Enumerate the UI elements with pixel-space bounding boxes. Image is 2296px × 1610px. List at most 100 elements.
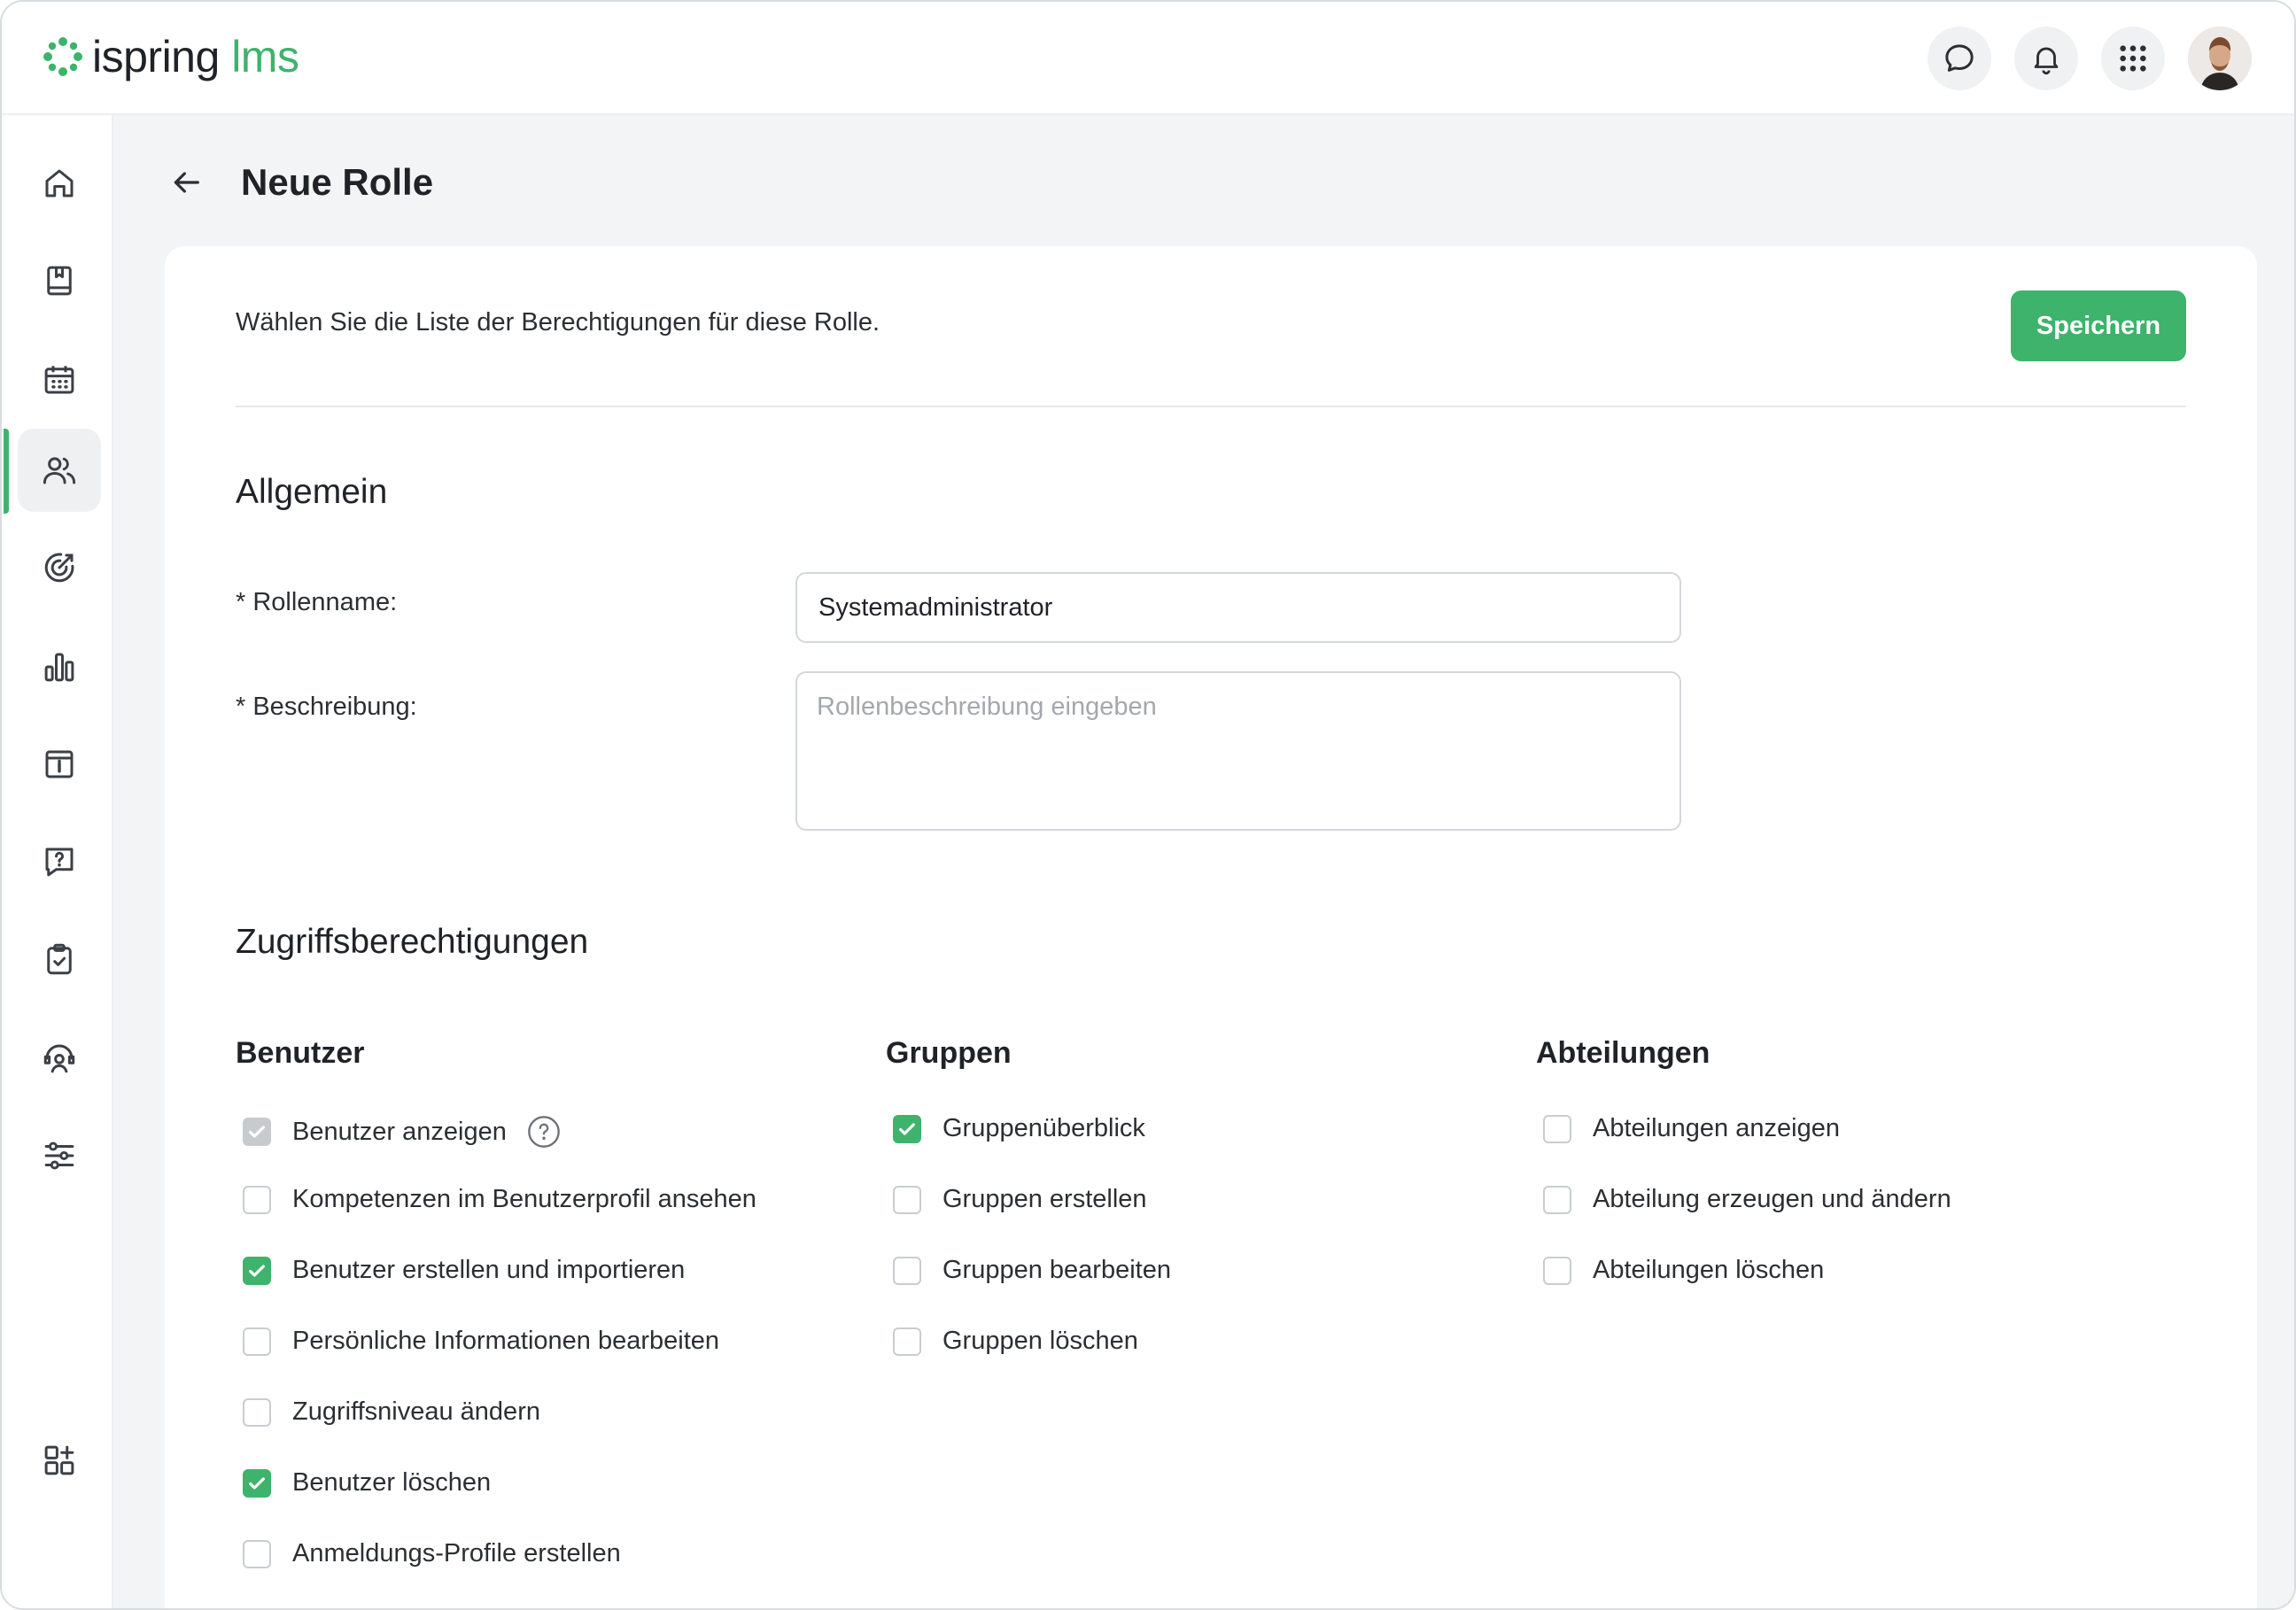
intro-text: Wählen Sie die Liste der Berechtigungen … (236, 308, 880, 337)
save-button[interactable]: Speichern (2011, 290, 2186, 361)
check-icon (249, 1126, 265, 1138)
check-icon (249, 1264, 265, 1277)
bell-icon (2034, 47, 2059, 74)
checkbox[interactable] (243, 1397, 271, 1427)
chat-button[interactable] (1928, 27, 1991, 90)
arrow-left-icon (174, 172, 199, 193)
brand-name: ispring lms (92, 30, 299, 83)
perm-label: Benutzer erstellen und importieren (292, 1256, 686, 1284)
checkbox[interactable] (1543, 1256, 1571, 1285)
sidebar-item-info[interactable] (18, 723, 101, 806)
user-avatar[interactable] (2188, 27, 2252, 90)
checkbox[interactable] (893, 1327, 921, 1356)
perm-label: Gruppen erstellen (942, 1185, 1147, 1213)
sidebar-item-goals[interactable] (18, 526, 101, 609)
chat-icon (1945, 44, 1974, 72)
checkbox[interactable] (243, 1118, 271, 1146)
checkbox[interactable] (243, 1185, 271, 1214)
question-icon (45, 848, 74, 877)
perm-users-edit-personal-info[interactable]: Persönliche Informationen bearbeiten (243, 1327, 719, 1356)
section-title-permissions: Zugriffsberechtigungen (236, 923, 589, 961)
perm-departments-create-edit[interactable]: Abteilung erzeugen und ändern (1543, 1185, 1951, 1214)
perm-label: Gruppenüberblick (942, 1114, 1145, 1142)
perm-users-create-import[interactable]: Benutzer erstellen und importieren (243, 1256, 685, 1285)
column-title-users: Benutzer (236, 1036, 365, 1070)
sidebar-item-add-apps[interactable] (18, 1419, 101, 1502)
add-widget-icon (44, 1445, 74, 1475)
checkbox[interactable] (893, 1185, 921, 1214)
checkbox[interactable] (1543, 1114, 1571, 1143)
sliders-icon (44, 1142, 74, 1170)
sidebar-item-catalog[interactable] (18, 239, 101, 322)
notifications-button[interactable] (2014, 27, 2078, 90)
perm-users-delete[interactable]: Benutzer löschen (243, 1468, 491, 1498)
apps-button[interactable] (2101, 27, 2165, 90)
headset-icon (43, 1044, 75, 1073)
target-icon (44, 553, 74, 583)
checkbox[interactable] (243, 1468, 271, 1498)
top-bar: ispring lms (2, 2, 2294, 115)
app-window: ispring lms Neue Rolle Wählen Sie die Li… (0, 0, 2296, 1610)
perm-departments-delete[interactable]: Abteilungen löschen (1543, 1256, 1824, 1285)
sidebar-item-support[interactable] (18, 1017, 101, 1100)
description-textarea[interactable] (795, 671, 1681, 831)
checkbox[interactable] (243, 1256, 271, 1285)
perm-groups-create[interactable]: Gruppen erstellen (893, 1185, 1147, 1214)
section-title-general: Allgemein (236, 473, 388, 511)
sidebar-item-calendar[interactable] (18, 338, 101, 422)
page-title: Neue Rolle (241, 161, 434, 203)
perm-label: Persönliche Informationen bearbeiten (292, 1327, 720, 1355)
check-icon (249, 1476, 265, 1490)
sidebar-item-tasks[interactable] (18, 917, 101, 1001)
column-title-groups: Gruppen (886, 1036, 1012, 1070)
avatar-icon (2188, 27, 2252, 90)
perm-label: Abteilung erzeugen und ändern (1593, 1185, 1951, 1213)
checkbox[interactable] (893, 1256, 921, 1285)
sidebar-item-settings[interactable] (18, 1114, 101, 1197)
role-form-card: Wählen Sie die Liste der Berechtigungen … (165, 246, 2257, 1608)
perm-users-view[interactable]: Benutzer anzeigen (243, 1114, 562, 1149)
perm-label: Kompetenzen im Benutzerprofil ansehen (292, 1185, 756, 1213)
checkbox[interactable] (243, 1327, 271, 1356)
perm-groups-edit[interactable]: Gruppen bearbeiten (893, 1256, 1171, 1285)
sidebar-item-users[interactable] (18, 429, 101, 512)
info-board-icon (45, 750, 74, 778)
perm-label: Benutzer anzeigen (292, 1117, 507, 1146)
check-icon (899, 1122, 915, 1135)
calendar-icon (44, 366, 74, 394)
perm-label: Gruppen löschen (942, 1327, 1138, 1355)
checkbox[interactable] (243, 1539, 271, 1568)
perm-users-competencies[interactable]: Kompetenzen im Benutzerprofil ansehen (243, 1185, 756, 1214)
apps-grid-icon (2120, 45, 2146, 72)
sidebar-item-home[interactable] (18, 142, 101, 225)
brand-part-2: lms (231, 32, 299, 81)
clipboard-check-icon (47, 943, 72, 975)
sidebar-item-reports[interactable] (18, 625, 101, 708)
description-label: * Beschreibung: (236, 693, 417, 721)
ispring-logo-icon (43, 37, 82, 76)
perm-groups-overview[interactable]: Gruppenüberblick (893, 1114, 1145, 1143)
top-actions (1928, 27, 2252, 90)
perm-users-change-access-level[interactable]: Zugriffsniveau ändern (243, 1397, 540, 1427)
home-icon (45, 169, 74, 197)
active-indicator (4, 429, 9, 514)
perm-label: Zugriffsniveau ändern (292, 1397, 540, 1426)
divider (236, 406, 2186, 407)
sidebar (2, 115, 113, 1608)
perm-users-login-profiles[interactable]: Anmeldungs-Profile erstellen (243, 1539, 621, 1568)
help-circle-icon[interactable] (526, 1114, 562, 1149)
perm-label: Gruppen bearbeiten (942, 1256, 1171, 1284)
sidebar-item-help[interactable] (18, 820, 101, 903)
checkbox[interactable] (893, 1114, 921, 1143)
perm-label: Anmeldungs-Profile erstellen (292, 1539, 621, 1567)
perm-label: Abteilungen anzeigen (1593, 1114, 1840, 1142)
perm-groups-delete[interactable]: Gruppen löschen (893, 1327, 1138, 1356)
perm-departments-view[interactable]: Abteilungen anzeigen (1543, 1114, 1840, 1143)
role-name-label: * Rollenname: (236, 588, 398, 616)
logo[interactable]: ispring lms (41, 30, 299, 83)
back-button[interactable] (167, 163, 206, 202)
brand-part-1: ispring (92, 32, 220, 81)
perm-label: Benutzer löschen (292, 1468, 492, 1497)
role-name-input[interactable] (795, 572, 1681, 643)
checkbox[interactable] (1543, 1185, 1571, 1214)
